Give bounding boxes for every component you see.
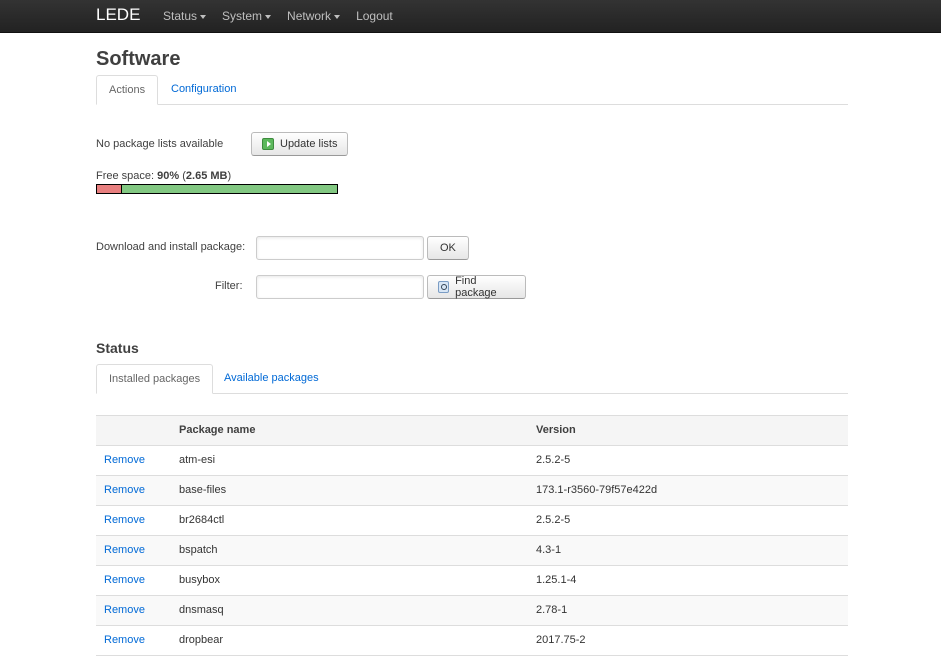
software-tabs: Actions Configuration — [96, 75, 848, 105]
brand-logo[interactable]: LEDE — [96, 5, 140, 25]
table-body: Remove atm-esi 2.5.2-5 Remove base-files 173.… — [96, 446, 848, 656]
table-row: Remove base-files 173.1-r3560-79f57e422d — [96, 476, 848, 506]
update-icon — [262, 138, 274, 150]
find-package-label: Find package — [455, 275, 497, 299]
free-space-text: Free space: 90% (2.65 MB) — [96, 170, 232, 182]
page-title: Software — [96, 48, 181, 70]
update-lists-label: Update lists — [280, 138, 338, 150]
free-space-bar — [96, 184, 338, 194]
table-row: Remove atm-esi 2.5.2-5 — [96, 446, 848, 476]
remove-link[interactable]: Remove — [104, 476, 145, 505]
filter-input[interactable] — [256, 275, 424, 299]
menu-network[interactable]: Network — [287, 9, 341, 23]
tab-installed-packages[interactable]: Installed packages — [96, 364, 214, 394]
package-name: base-files — [179, 484, 227, 496]
package-version: 1.25.1-4 — [536, 574, 577, 586]
package-name: busybox — [179, 574, 220, 586]
chevron-down-icon — [334, 14, 341, 19]
menu-status[interactable]: Status — [163, 9, 207, 23]
ok-button[interactable]: OK — [427, 236, 469, 260]
filter-label: Filter: — [215, 280, 243, 292]
table-row: Remove dropbear 2017.75-2 — [96, 626, 848, 656]
chevron-down-icon — [265, 14, 272, 19]
status-tabs: Installed packages Available packages — [96, 364, 848, 394]
main-menu: Status System Network Logout — [163, 0, 409, 32]
table-header-row: Package name Version — [96, 416, 848, 446]
chevron-down-icon — [200, 14, 207, 19]
package-version: 2017.75-2 — [536, 634, 586, 646]
tab-configuration[interactable]: Configuration — [159, 75, 248, 103]
search-icon — [438, 281, 450, 293]
menu-system[interactable]: System — [222, 9, 272, 23]
tab-actions[interactable]: Actions — [96, 75, 159, 105]
remove-link[interactable]: Remove — [104, 536, 145, 565]
package-version: 2.5.2-5 — [536, 514, 571, 526]
free-space-label: Free space: — [96, 170, 155, 182]
download-install-label: Download and install package: — [96, 241, 246, 253]
free-space-percent: 90% — [157, 170, 180, 182]
table-row: Remove br2684ctl 2.5.2-5 — [96, 506, 848, 536]
installed-packages-table: Package name Version Remove atm-esi 2.5.2-… — [96, 415, 848, 656]
used-space-fill — [97, 185, 122, 193]
free-space-size: 2.65 MB — [185, 170, 228, 182]
ok-label: OK — [440, 242, 456, 254]
menu-status-label: Status — [163, 9, 198, 23]
tab-available-packages[interactable]: Available packages — [212, 364, 331, 392]
menu-system-label: System — [222, 9, 263, 23]
menu-network-label: Network — [287, 9, 332, 23]
package-version: 173.1-r3560-79f57e422d — [536, 484, 658, 496]
package-version: 2.78-1 — [536, 604, 568, 616]
package-name: bspatch — [179, 544, 218, 556]
remove-link[interactable]: Remove — [104, 506, 145, 535]
remove-link[interactable]: Remove — [104, 596, 145, 625]
find-package-button[interactable]: Find package — [427, 275, 526, 299]
top-navbar: LEDE Status System Network Logout — [0, 0, 941, 33]
remove-link[interactable]: Remove — [104, 566, 145, 595]
package-version: 4.3-1 — [536, 544, 562, 556]
remove-link[interactable]: Remove — [104, 626, 145, 655]
header-version: Version — [536, 424, 576, 436]
status-title: Status — [96, 340, 139, 356]
remove-link[interactable]: Remove — [104, 446, 145, 475]
update-lists-button[interactable]: Update lists — [251, 132, 349, 156]
no-package-lists-text: No package lists available — [96, 138, 224, 150]
package-name: br2684ctl — [179, 514, 225, 526]
header-package-name: Package name — [179, 424, 256, 436]
package-name: dropbear — [179, 634, 224, 646]
package-version: 2.5.2-5 — [536, 454, 571, 466]
download-package-input[interactable] — [256, 236, 424, 260]
table-row: Remove dnsmasq 2.78-1 — [96, 596, 848, 626]
table-row: Remove bspatch 4.3-1 — [96, 536, 848, 566]
menu-logout[interactable]: Logout — [356, 9, 393, 23]
table-row: Remove busybox 1.25.1-4 — [96, 566, 848, 596]
package-name: atm-esi — [179, 454, 216, 466]
package-name: dnsmasq — [179, 604, 224, 616]
